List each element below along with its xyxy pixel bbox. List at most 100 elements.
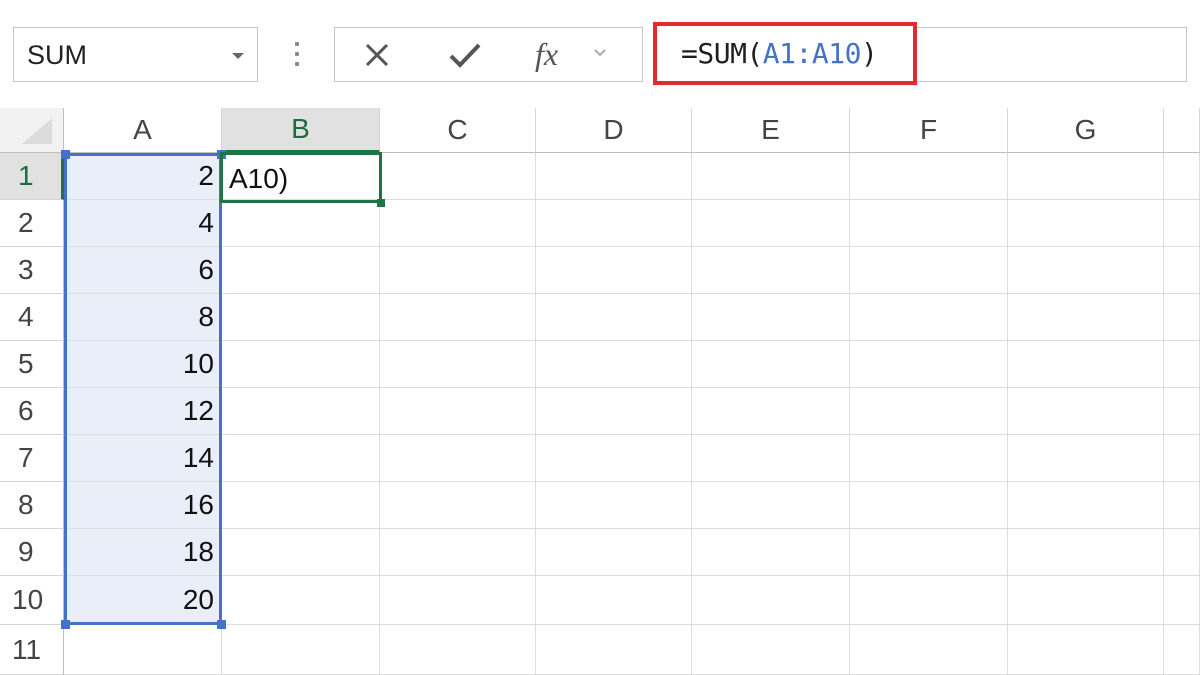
- column-header-next[interactable]: [1164, 108, 1200, 153]
- cell-c4[interactable]: [380, 294, 536, 341]
- cell-c1[interactable]: [380, 153, 536, 200]
- cell-f10[interactable]: [850, 576, 1008, 625]
- cell-next10[interactable]: [1164, 576, 1200, 625]
- insert-function-button[interactable]: fx: [535, 36, 558, 73]
- chevron-down-icon[interactable]: [593, 46, 607, 60]
- cell-b8[interactable]: [222, 482, 380, 529]
- cell-c8[interactable]: [380, 482, 536, 529]
- cell-c7[interactable]: [380, 435, 536, 482]
- cell-e6[interactable]: [692, 388, 850, 435]
- cell-next8[interactable]: [1164, 482, 1200, 529]
- drag-handle-icon[interactable]: [294, 40, 300, 68]
- cell-c2[interactable]: [380, 200, 536, 247]
- cell-c5[interactable]: [380, 341, 536, 388]
- cell-f7[interactable]: [850, 435, 1008, 482]
- row-header-1[interactable]: 1: [0, 153, 64, 200]
- cell-b3[interactable]: [222, 247, 380, 294]
- cell-f3[interactable]: [850, 247, 1008, 294]
- cell-a3[interactable]: 6: [64, 247, 222, 294]
- cell-e11[interactable]: [692, 625, 850, 675]
- cell-d10[interactable]: [536, 576, 692, 625]
- row-header-2[interactable]: 2: [0, 200, 64, 247]
- cell-next5[interactable]: [1164, 341, 1200, 388]
- cell-b4[interactable]: [222, 294, 380, 341]
- cell-e1[interactable]: [692, 153, 850, 200]
- cell-next3[interactable]: [1164, 247, 1200, 294]
- row-header-7[interactable]: 7: [0, 435, 64, 482]
- formula-input[interactable]: =SUM(A1:A10): [653, 22, 917, 85]
- cancel-button[interactable]: [347, 28, 407, 81]
- formula-input-area[interactable]: [917, 27, 1187, 82]
- cell-d5[interactable]: [536, 341, 692, 388]
- cell-next2[interactable]: [1164, 200, 1200, 247]
- cell-f1[interactable]: [850, 153, 1008, 200]
- cell-next9[interactable]: [1164, 529, 1200, 576]
- cell-a1[interactable]: 2: [64, 153, 222, 200]
- range-resize-handle[interactable]: [217, 620, 226, 629]
- select-all-button[interactable]: [0, 108, 64, 153]
- cell-b11[interactable]: [222, 625, 380, 675]
- name-box[interactable]: SUM: [13, 27, 258, 82]
- cell-next6[interactable]: [1164, 388, 1200, 435]
- column-header-f[interactable]: F: [850, 108, 1008, 153]
- cell-g9[interactable]: [1008, 529, 1164, 576]
- cell-b10[interactable]: [222, 576, 380, 625]
- cell-g8[interactable]: [1008, 482, 1164, 529]
- cell-a4[interactable]: 8: [64, 294, 222, 341]
- cell-f4[interactable]: [850, 294, 1008, 341]
- cell-d4[interactable]: [536, 294, 692, 341]
- column-header-d[interactable]: D: [536, 108, 692, 153]
- cell-e8[interactable]: [692, 482, 850, 529]
- cell-a5[interactable]: 10: [64, 341, 222, 388]
- cell-f5[interactable]: [850, 341, 1008, 388]
- cell-f8[interactable]: [850, 482, 1008, 529]
- cell-d6[interactable]: [536, 388, 692, 435]
- cell-c10[interactable]: [380, 576, 536, 625]
- fill-handle[interactable]: [377, 199, 385, 207]
- cell-c9[interactable]: [380, 529, 536, 576]
- cell-b2[interactable]: [222, 200, 380, 247]
- enter-button[interactable]: [435, 28, 495, 81]
- cell-c6[interactable]: [380, 388, 536, 435]
- row-header-4[interactable]: 4: [0, 294, 64, 341]
- cell-f11[interactable]: [850, 625, 1008, 675]
- cell-b6[interactable]: [222, 388, 380, 435]
- cell-b7[interactable]: [222, 435, 380, 482]
- cell-d9[interactable]: [536, 529, 692, 576]
- row-header-11[interactable]: 11: [0, 625, 64, 675]
- row-header-10[interactable]: 10: [0, 576, 64, 625]
- cell-e3[interactable]: [692, 247, 850, 294]
- cell-next11[interactable]: [1164, 625, 1200, 675]
- row-header-9[interactable]: 9: [0, 529, 64, 576]
- range-resize-handle[interactable]: [61, 150, 70, 159]
- row-header-6[interactable]: 6: [0, 388, 64, 435]
- cell-a10[interactable]: 20: [64, 576, 222, 625]
- cell-f6[interactable]: [850, 388, 1008, 435]
- cell-g11[interactable]: [1008, 625, 1164, 675]
- cell-a8[interactable]: 16: [64, 482, 222, 529]
- cell-e2[interactable]: [692, 200, 850, 247]
- cell-g6[interactable]: [1008, 388, 1164, 435]
- chevron-down-icon[interactable]: [232, 53, 244, 59]
- cell-d11[interactable]: [536, 625, 692, 675]
- range-resize-handle[interactable]: [217, 150, 226, 159]
- cell-a9[interactable]: 18: [64, 529, 222, 576]
- cell-a6[interactable]: 12: [64, 388, 222, 435]
- cell-g5[interactable]: [1008, 341, 1164, 388]
- cell-d8[interactable]: [536, 482, 692, 529]
- cell-f2[interactable]: [850, 200, 1008, 247]
- cell-e4[interactable]: [692, 294, 850, 341]
- cell-g7[interactable]: [1008, 435, 1164, 482]
- cell-d7[interactable]: [536, 435, 692, 482]
- column-header-c[interactable]: C: [380, 108, 536, 153]
- cell-e5[interactable]: [692, 341, 850, 388]
- column-header-b[interactable]: B: [222, 108, 380, 153]
- cell-g4[interactable]: [1008, 294, 1164, 341]
- cell-g3[interactable]: [1008, 247, 1164, 294]
- cell-next4[interactable]: [1164, 294, 1200, 341]
- column-header-e[interactable]: E: [692, 108, 850, 153]
- row-header-8[interactable]: 8: [0, 482, 64, 529]
- cell-e10[interactable]: [692, 576, 850, 625]
- cell-a11[interactable]: [64, 625, 222, 675]
- cell-d3[interactable]: [536, 247, 692, 294]
